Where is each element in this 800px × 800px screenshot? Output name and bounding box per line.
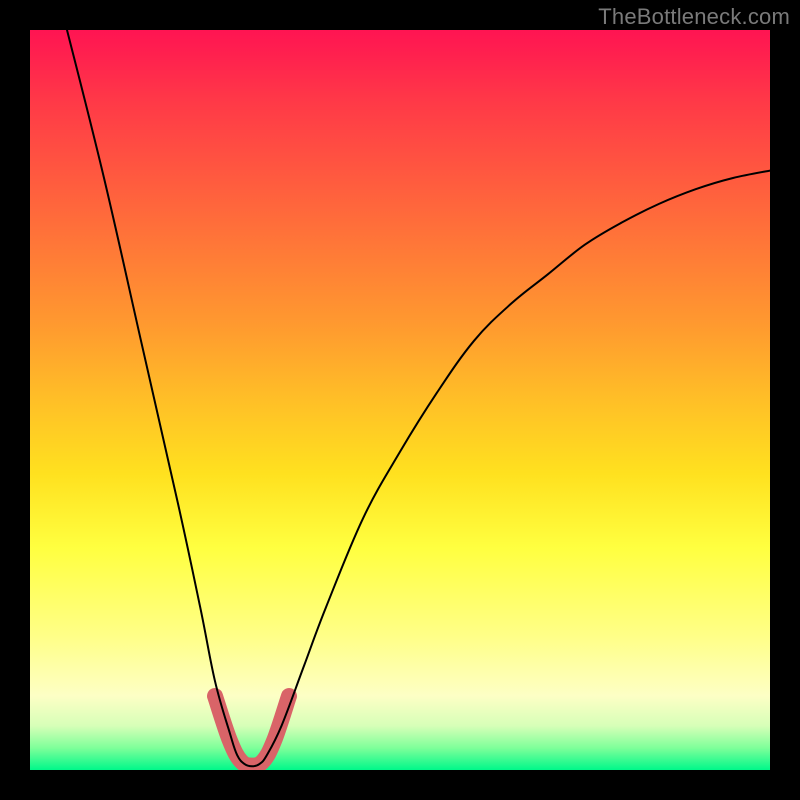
- red-u-segment: [215, 696, 289, 766]
- bottleneck-curve: [67, 30, 770, 766]
- plot-area: [30, 30, 770, 770]
- plot-svg: [30, 30, 770, 770]
- watermark-text: TheBottleneck.com: [598, 4, 790, 30]
- chart-stage: TheBottleneck.com: [0, 0, 800, 800]
